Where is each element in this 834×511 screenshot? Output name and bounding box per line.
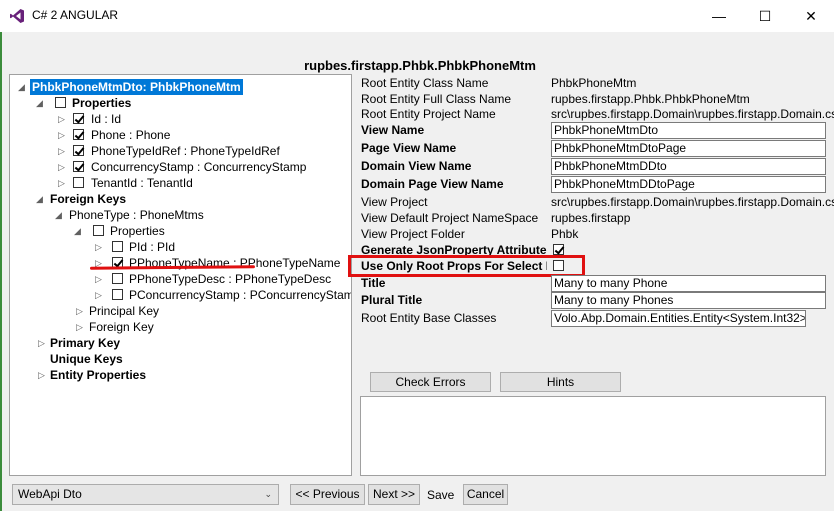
expand-arrow-icon[interactable]: ▷ <box>95 287 103 303</box>
maximize-button[interactable]: ☐ <box>742 0 788 32</box>
close-button[interactable]: ✕ <box>788 0 834 32</box>
expand-arrow-icon[interactable]: ▷ <box>58 143 66 159</box>
tree-node-fk-properties[interactable]: Properties <box>110 223 165 239</box>
view-default-namespace-value: rupbes.firstapp <box>551 211 631 225</box>
tree-node-fk-pphonetypedesc[interactable]: PPhoneTypeDesc : PPhoneTypeDesc <box>129 271 331 287</box>
tree-node-prop-phone[interactable]: Phone : Phone <box>91 127 170 143</box>
form-title: rupbes.firstapp.Phbk.PhbkPhoneMtm <box>304 58 536 73</box>
fk-properties-checkbox[interactable] <box>93 225 104 236</box>
view-default-namespace-label: View Default Project NameSpace <box>361 211 539 225</box>
fk-pphonetypedesc-checkbox[interactable] <box>112 273 123 284</box>
output-textarea[interactable] <box>360 396 826 476</box>
tree-node-foreign-keys[interactable]: Foreign Keys <box>50 191 126 207</box>
fk-pconcurrency-checkbox[interactable] <box>112 289 123 300</box>
page-view-name-label: Page View Name <box>361 141 457 155</box>
domain-page-view-name-label: Domain Page View Name <box>361 177 504 191</box>
window-edge-strip <box>0 32 2 511</box>
tree-node-foreign-key[interactable]: Foreign Key <box>89 319 154 335</box>
title-label: Title <box>361 276 386 290</box>
plural-title-label: Plural Title <box>361 293 423 307</box>
view-project-label: View Project <box>361 195 428 209</box>
tree-node-prop-concurrency[interactable]: ConcurrencyStamp : ConcurrencyStamp <box>91 159 306 175</box>
tree-node-unique-keys[interactable]: Unique Keys <box>50 351 123 367</box>
expand-arrow-icon[interactable]: ▷ <box>38 367 46 383</box>
next-button[interactable]: Next >> <box>368 484 420 505</box>
tree-node-fk-phonetype[interactable]: PhoneType : PhoneMtms <box>69 207 204 223</box>
expand-arrow-icon[interactable]: ▷ <box>58 127 66 143</box>
minimize-button[interactable]: — <box>696 0 742 32</box>
chevron-down-icon: ⌄ <box>264 489 272 499</box>
check-errors-button[interactable]: Check Errors <box>370 372 491 392</box>
domain-view-name-label: Domain View Name <box>361 159 472 173</box>
view-project-folder-value: Phbk <box>551 227 579 241</box>
expand-arrow-icon[interactable]: ▷ <box>95 239 103 255</box>
tree-node-primary-key[interactable]: Primary Key <box>50 335 120 351</box>
collapse-arrow-icon[interactable]: ◢ <box>36 95 44 111</box>
tree-root-node[interactable]: PhbkPhoneMtmDto: PhbkPhoneMtm <box>30 79 243 95</box>
root-entity-class-name-label: Root Entity Class Name <box>361 76 489 90</box>
expand-arrow-icon[interactable]: ▷ <box>76 303 84 319</box>
cancel-button[interactable]: Cancel <box>463 484 508 505</box>
visual-studio-icon <box>10 9 24 23</box>
domain-page-view-name-input[interactable]: PhbkPhoneMtmDDtoPage <box>551 176 826 193</box>
root-entity-full-class-name-label: Root Entity Full Class Name <box>361 92 512 106</box>
tree-node-principal-key[interactable]: Principal Key <box>89 303 159 319</box>
generate-json-checkbox[interactable] <box>553 244 564 255</box>
tree-node-entity-properties[interactable]: Entity Properties <box>50 367 146 383</box>
tree-node-prop-id[interactable]: Id : Id <box>91 111 121 127</box>
tree-node-prop-phonetype[interactable]: PhoneTypeIdRef : PhoneTypeIdRef <box>91 143 280 159</box>
root-entity-base-classes-input[interactable]: Volo.Abp.Domain.Entities.Entity<System.I… <box>551 310 806 327</box>
view-name-input[interactable]: PhbkPhoneMtmDto <box>551 122 826 139</box>
tree-node-fk-pid[interactable]: PId : PId <box>129 239 175 255</box>
collapse-arrow-icon[interactable]: ◢ <box>18 79 26 95</box>
root-entity-base-classes-label: Root Entity Base Classes <box>361 311 497 325</box>
view-project-folder-label: View Project Folder <box>361 227 465 241</box>
view-type-select[interactable]: WebApi Dto ⌄ <box>12 484 279 505</box>
root-entity-full-class-name-value: rupbes.firstapp.Phbk.PhbkPhoneMtm <box>551 92 750 106</box>
hints-button[interactable]: Hints <box>500 372 621 392</box>
properties-checkbox[interactable] <box>55 97 66 108</box>
page-view-name-input[interactable]: PhbkPhoneMtmDtoPage <box>551 140 826 157</box>
window-title: C# 2 ANGULAR <box>32 8 119 22</box>
view-name-label: View Name <box>361 123 425 137</box>
prop-concurrency-checkbox[interactable] <box>73 161 84 172</box>
expand-arrow-icon[interactable]: ▷ <box>76 319 84 335</box>
collapse-arrow-icon[interactable]: ◢ <box>55 207 63 223</box>
view-type-select-value: WebApi Dto <box>18 487 82 501</box>
root-entity-project-name-label: Root Entity Project Name <box>361 107 496 121</box>
collapse-arrow-icon[interactable]: ◢ <box>74 223 82 239</box>
prop-phonetype-checkbox[interactable] <box>73 145 84 156</box>
title-input[interactable]: Many to many Phone <box>551 275 826 292</box>
view-project-value: src\rupbes.firstapp.Domain\rupbes.firsta… <box>551 195 834 209</box>
fk-pid-checkbox[interactable] <box>112 241 123 252</box>
annotation-highlight-box <box>348 255 585 277</box>
collapse-arrow-icon[interactable]: ◢ <box>36 191 44 207</box>
save-button[interactable]: Save <box>427 488 454 502</box>
tree-node-fk-pconcurrency[interactable]: PConcurrencyStamp : PConcurrencyStamp <box>129 287 351 303</box>
tree-view[interactable]: ◢ PhbkPhoneMtmDto: PhbkPhoneMtm ◢ Proper… <box>9 74 352 476</box>
root-entity-class-name-value: PhbkPhoneMtm <box>551 76 637 90</box>
prop-id-checkbox[interactable] <box>73 113 84 124</box>
expand-arrow-icon[interactable]: ▷ <box>58 175 66 191</box>
expand-arrow-icon[interactable]: ▷ <box>95 271 103 287</box>
tree-node-prop-tenant[interactable]: TenantId : TenantId <box>91 175 193 191</box>
domain-view-name-input[interactable]: PhbkPhoneMtmDDto <box>551 158 826 175</box>
plural-title-input[interactable]: Many to many Phones <box>551 292 826 309</box>
tree-node-properties[interactable]: Properties <box>72 95 131 111</box>
root-entity-project-name-value: src\rupbes.firstapp.Domain\rupbes.firsta… <box>551 107 834 121</box>
previous-button[interactable]: << Previous <box>290 484 365 505</box>
prop-phone-checkbox[interactable] <box>73 129 84 140</box>
prop-tenant-checkbox[interactable] <box>73 177 84 188</box>
expand-arrow-icon[interactable]: ▷ <box>58 111 66 127</box>
expand-arrow-icon[interactable]: ▷ <box>38 335 46 351</box>
expand-arrow-icon[interactable]: ▷ <box>58 159 66 175</box>
title-bar: C# 2 ANGULAR — ☐ ✕ <box>0 0 834 32</box>
